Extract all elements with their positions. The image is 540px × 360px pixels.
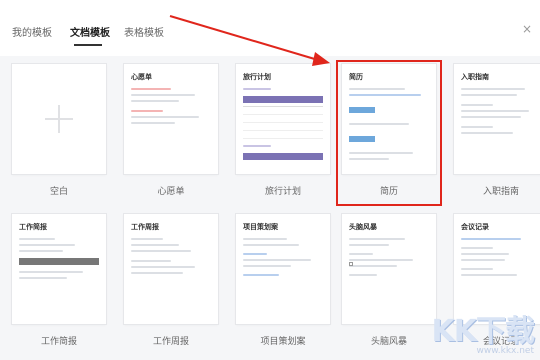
watermark-logo: KK下载 bbox=[431, 314, 535, 349]
site-watermark: KK下载 www.kkx.net bbox=[432, 306, 535, 356]
